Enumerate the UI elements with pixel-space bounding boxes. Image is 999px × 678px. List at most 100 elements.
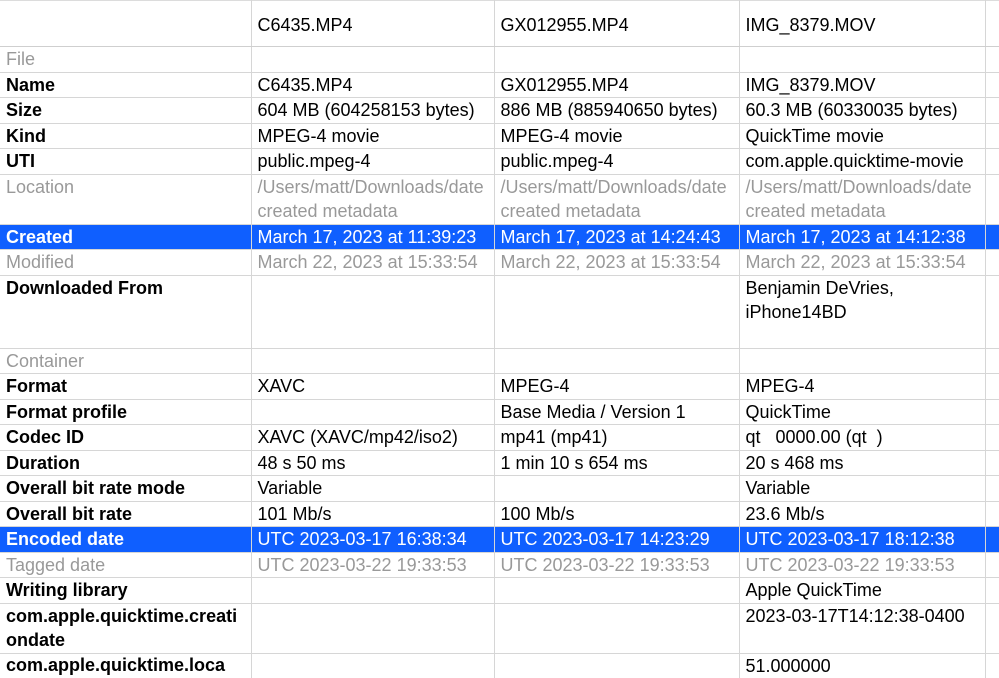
row-uti[interactable]: UTI public.mpeg-4 public.mpeg-4 com.appl… — [0, 149, 999, 175]
cell-qtloca-3: 51.000000 — [739, 653, 985, 678]
label-brate: Overall bit rate — [0, 501, 251, 527]
cell-wlib-1 — [251, 578, 494, 604]
cell-size-3: 60.3 MB (60330035 bytes) — [739, 98, 985, 124]
cell-brmode-2 — [494, 476, 739, 502]
cell-duration-3: 20 s 468 ms — [739, 450, 985, 476]
cell-kind-2: MPEG-4 movie — [494, 123, 739, 149]
cell-codec-3: qt 0000.00 (qt ) — [739, 425, 985, 451]
row-quicktime-creationdate[interactable]: com.apple.quicktime.creationdate 2023-03… — [0, 603, 999, 653]
label-name: Name — [0, 72, 251, 98]
row-bitrate[interactable]: Overall bit rate 101 Mb/s 100 Mb/s 23.6 … — [0, 501, 999, 527]
cell-encoded-2: UTC 2023-03-17 14:23:29 — [494, 527, 739, 553]
row-format-profile[interactable]: Format profile Base Media / Version 1 Qu… — [0, 399, 999, 425]
label-size: Size — [0, 98, 251, 124]
cell-downloaded-1 — [251, 275, 494, 348]
cell-size-2: 886 MB (885940650 bytes) — [494, 98, 739, 124]
cell-created-2: March 17, 2023 at 14:24:43 — [494, 224, 739, 250]
cell-tagged-1: UTC 2023-03-22 19:33:53 — [251, 552, 494, 578]
column-header-2[interactable]: GX012955.MP4 — [494, 1, 739, 47]
cell-qtdate-1 — [251, 603, 494, 653]
label-duration: Duration — [0, 450, 251, 476]
cell-modified-2: March 22, 2023 at 15:33:54 — [494, 250, 739, 276]
cell-name-2: GX012955.MP4 — [494, 72, 739, 98]
cell-codec-2: mp41 (mp41) — [494, 425, 739, 451]
row-codec-id[interactable]: Codec ID XAVC (XAVC/mp42/iso2) mp41 (mp4… — [0, 425, 999, 451]
cell-size-1: 604 MB (604258153 bytes) — [251, 98, 494, 124]
row-writing-library[interactable]: Writing library Apple QuickTime — [0, 578, 999, 604]
cell-location-3: /Users/matt/Downloads/date created metad… — [739, 174, 985, 224]
label-wlib: Writing library — [0, 578, 251, 604]
label-kind: Kind — [0, 123, 251, 149]
cell-brate-2: 100 Mb/s — [494, 501, 739, 527]
label-location: Location — [0, 174, 251, 224]
row-size[interactable]: Size 604 MB (604258153 bytes) 886 MB (88… — [0, 98, 999, 124]
cell-qtloca-2 — [494, 653, 739, 678]
cell-brmode-1: Variable — [251, 476, 494, 502]
section-label-file: File — [0, 47, 251, 73]
cell-duration-2: 1 min 10 s 654 ms — [494, 450, 739, 476]
cell-modified-3: March 22, 2023 at 15:33:54 — [739, 250, 985, 276]
row-duration[interactable]: Duration 48 s 50 ms 1 min 10 s 654 ms 20… — [0, 450, 999, 476]
cell-format-3: MPEG-4 — [739, 374, 985, 400]
cell-name-1: C6435.MP4 — [251, 72, 494, 98]
cell-qtdate-3: 2023-03-17T14:12:38-0400 — [739, 603, 985, 653]
row-created[interactable]: Created March 17, 2023 at 11:39:23 March… — [0, 224, 999, 250]
label-qtloca: com.apple.quicktime.loca — [0, 653, 251, 678]
column-header-extra — [985, 1, 999, 47]
label-format: Format — [0, 374, 251, 400]
cell-uti-1: public.mpeg-4 — [251, 149, 494, 175]
cell-fprofile-2: Base Media / Version 1 — [494, 399, 739, 425]
cell-brate-3: 23.6 Mb/s — [739, 501, 985, 527]
row-tagged-date[interactable]: Tagged date UTC 2023-03-22 19:33:53 UTC … — [0, 552, 999, 578]
cell-brmode-3: Variable — [739, 476, 985, 502]
label-tagged: Tagged date — [0, 552, 251, 578]
cell-modified-1: March 22, 2023 at 15:33:54 — [251, 250, 494, 276]
cell-qtloca-1 — [251, 653, 494, 678]
header-row: C6435.MP4 GX012955.MP4 IMG_8379.MOV — [0, 1, 999, 47]
label-created: Created — [0, 224, 251, 250]
column-header-1[interactable]: C6435.MP4 — [251, 1, 494, 47]
cell-created-1: March 17, 2023 at 11:39:23 — [251, 224, 494, 250]
row-modified[interactable]: Modified March 22, 2023 at 15:33:54 Marc… — [0, 250, 999, 276]
row-format[interactable]: Format XAVC MPEG-4 MPEG-4 — [0, 374, 999, 400]
cell-downloaded-3: Benjamin DeVries, iPhone14BD — [739, 275, 985, 348]
cell-created-3: March 17, 2023 at 14:12:38 — [739, 224, 985, 250]
cell-encoded-3: UTC 2023-03-17 18:12:38 — [739, 527, 985, 553]
metadata-comparison-table: C6435.MP4 GX012955.MP4 IMG_8379.MOV File… — [0, 0, 999, 678]
cell-fprofile-1 — [251, 399, 494, 425]
row-quicktime-loca[interactable]: com.apple.quicktime.loca 51.000000 — [0, 653, 999, 678]
cell-format-2: MPEG-4 — [494, 374, 739, 400]
cell-duration-1: 48 s 50 ms — [251, 450, 494, 476]
label-modified: Modified — [0, 250, 251, 276]
row-encoded-date[interactable]: Encoded date UTC 2023-03-17 16:38:34 UTC… — [0, 527, 999, 553]
label-uti: UTI — [0, 149, 251, 175]
row-bitrate-mode[interactable]: Overall bit rate mode Variable Variable — [0, 476, 999, 502]
cell-name-3: IMG_8379.MOV — [739, 72, 985, 98]
cell-location-1: /Users/matt/Downloads/date created metad… — [251, 174, 494, 224]
header-empty — [0, 1, 251, 47]
label-codec: Codec ID — [0, 425, 251, 451]
label-brmode: Overall bit rate mode — [0, 476, 251, 502]
column-header-3[interactable]: IMG_8379.MOV — [739, 1, 985, 47]
label-encoded: Encoded date — [0, 527, 251, 553]
cell-brate-1: 101 Mb/s — [251, 501, 494, 527]
label-qtdate: com.apple.quicktime.creationdate — [0, 603, 251, 653]
row-kind[interactable]: Kind MPEG-4 movie MPEG-4 movie QuickTime… — [0, 123, 999, 149]
cell-downloaded-2 — [494, 275, 739, 348]
cell-tagged-2: UTC 2023-03-22 19:33:53 — [494, 552, 739, 578]
row-location[interactable]: Location /Users/matt/Downloads/date crea… — [0, 174, 999, 224]
row-downloaded-from[interactable]: Downloaded From Benjamin DeVries, iPhone… — [0, 275, 999, 348]
cell-wlib-2 — [494, 578, 739, 604]
cell-uti-3: com.apple.quicktime-movie — [739, 149, 985, 175]
cell-tagged-3: UTC 2023-03-22 19:33:53 — [739, 552, 985, 578]
section-label-container: Container — [0, 348, 251, 374]
cell-kind-1: MPEG-4 movie — [251, 123, 494, 149]
label-downloaded: Downloaded From — [0, 275, 251, 348]
cell-encoded-1: UTC 2023-03-17 16:38:34 — [251, 527, 494, 553]
cell-uti-2: public.mpeg-4 — [494, 149, 739, 175]
row-name[interactable]: Name C6435.MP4 GX012955.MP4 IMG_8379.MOV — [0, 72, 999, 98]
cell-location-2: /Users/matt/Downloads/date created metad… — [494, 174, 739, 224]
cell-kind-3: QuickTime movie — [739, 123, 985, 149]
section-container: Container — [0, 348, 999, 374]
cell-format-1: XAVC — [251, 374, 494, 400]
